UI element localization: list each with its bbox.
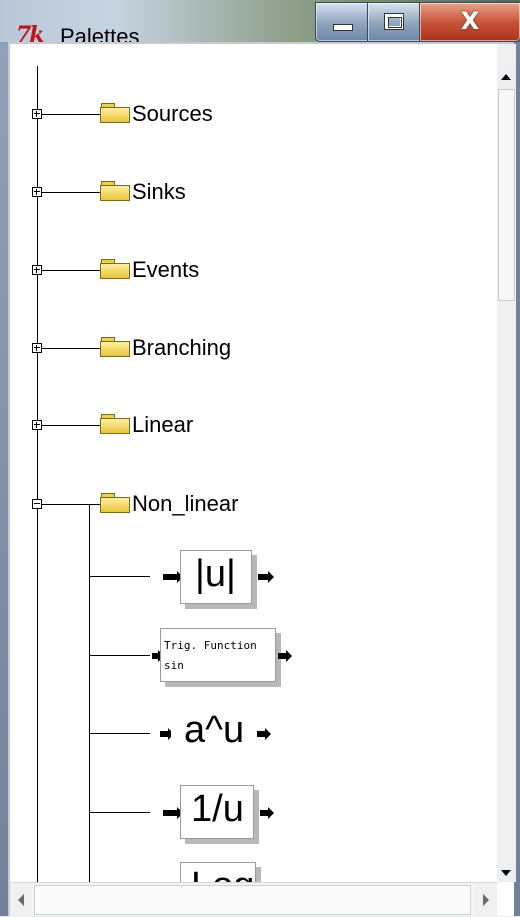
tree-expander-linear[interactable] [32, 420, 42, 430]
tree-branch-line [42, 114, 100, 115]
scroll-right-button[interactable] [475, 883, 497, 917]
folder-icon [100, 102, 131, 124]
tree-expander-non-linear[interactable] [32, 499, 42, 509]
close-icon: X [460, 7, 480, 35]
tree-branch-line [90, 812, 150, 813]
block-title-trig: Trig. Function [164, 639, 257, 652]
maximize-icon [384, 13, 404, 30]
input-port [160, 728, 174, 740]
output-port [278, 650, 292, 662]
input-port [152, 650, 164, 662]
minimize-icon [333, 24, 353, 31]
block-label-power: a^u [184, 709, 245, 751]
tree-node-events[interactable]: Events [132, 257, 199, 283]
scroll-up-button[interactable] [497, 68, 516, 87]
vertical-scroll-thumb[interactable] [498, 89, 515, 301]
output-port [258, 571, 274, 583]
tree-branch-line [42, 192, 100, 193]
block-subtitle-trig: sin [164, 659, 184, 672]
input-port [163, 571, 183, 583]
tree-node-non-linear[interactable]: Non_linear [132, 491, 238, 517]
palette-block-log[interactable]: Log [180, 862, 256, 882]
palette-tree: Sources Sinks Events Branching Linear No… [10, 44, 497, 882]
palette-block-trig[interactable]: Trig. Function sin [160, 628, 276, 682]
tree-expander-sinks[interactable] [32, 187, 42, 197]
window-frame-left [0, 42, 8, 916]
tree-branch-line [42, 504, 100, 505]
maximize-button[interactable] [367, 2, 421, 42]
block-label-inverse: 1/u [191, 788, 244, 830]
tree-expander-branching[interactable] [32, 343, 42, 353]
tree-branch-line [42, 348, 100, 349]
close-button[interactable]: X [419, 2, 520, 42]
output-port [257, 728, 271, 740]
palette-block-abs[interactable]: |u| [180, 550, 252, 604]
folder-icon [100, 180, 131, 202]
title-bar: 7k Palettes X [0, 0, 520, 49]
block-label-log: Log [191, 865, 254, 882]
vertical-scrollbar[interactable] [497, 44, 516, 882]
output-port [260, 807, 274, 819]
tree-node-sources[interactable]: Sources [132, 101, 213, 127]
palette-block-inverse[interactable]: 1/u [180, 785, 254, 839]
folder-icon [100, 258, 131, 280]
minimize-button[interactable] [315, 2, 369, 42]
tree-expander-sources[interactable] [32, 109, 42, 119]
tree-node-linear[interactable]: Linear [132, 412, 193, 438]
scroll-down-button[interactable] [497, 863, 516, 882]
tree-branch-line [90, 576, 150, 577]
folder-icon [100, 336, 131, 358]
tree-node-sinks[interactable]: Sinks [132, 179, 186, 205]
tree-branch-line [90, 733, 150, 734]
folder-icon [100, 492, 131, 514]
horizontal-scroll-thumb[interactable] [34, 885, 471, 915]
horizontal-scrollbar[interactable] [10, 882, 497, 917]
block-label-abs: |u| [195, 553, 236, 595]
scroll-left-button[interactable] [10, 883, 32, 917]
tree-branch-line [42, 270, 100, 271]
tree-branch-line [42, 425, 100, 426]
palette-panel: Sources Sinks Events Branching Linear No… [8, 42, 516, 917]
input-port [163, 807, 183, 819]
non-linear-children-line [89, 504, 90, 882]
tree-branch-line [90, 655, 150, 656]
tree-node-branching[interactable]: Branching [132, 335, 231, 361]
tree-expander-events[interactable] [32, 265, 42, 275]
folder-icon [100, 413, 131, 435]
palette-block-power[interactable]: a^u [171, 706, 255, 760]
